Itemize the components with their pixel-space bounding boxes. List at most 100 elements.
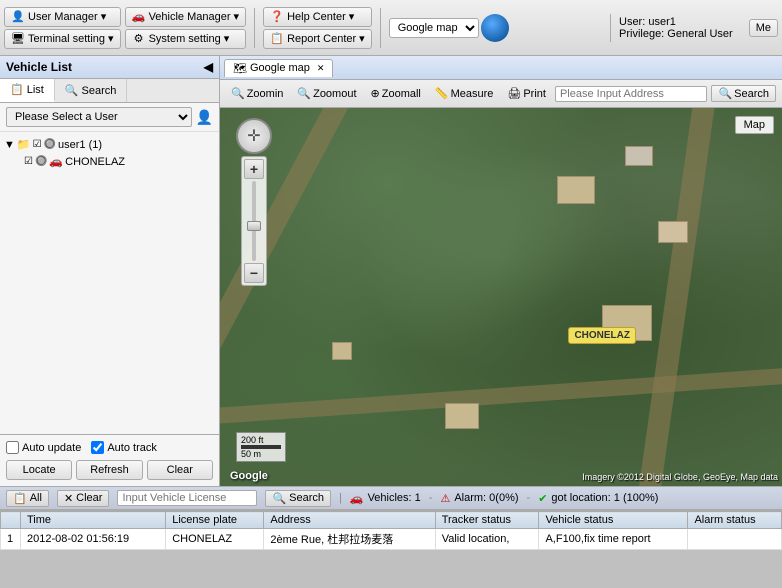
system-setting-btn[interactable]: ⚙ System setting ▾ [125, 29, 246, 49]
tab-search[interactable]: 🔍 Search [55, 79, 128, 102]
map-selector-group: Google map Bing Map OpenStreet [389, 14, 509, 42]
help-report-group: ❓ Help Center ▾ 📋 Report Center ▾ [263, 7, 372, 49]
terminal-label: Terminal setting [28, 33, 105, 45]
map-tab-close-icon[interactable]: ✕ [317, 63, 325, 74]
table-row[interactable]: 1 2012-08-02 01:56:19 CHONELAZ 2ème Rue,… [1, 529, 782, 550]
user-icon: 👤 [11, 10, 25, 24]
col-vehicle: Vehicle status [539, 512, 688, 529]
vehicle-icon: 🚗 [132, 10, 146, 24]
zoom-out-btn[interactable]: − [244, 263, 264, 283]
system-label: System setting [149, 33, 221, 45]
clear-status-btn[interactable]: ✕ Clear [57, 490, 110, 507]
clear-icon: ✕ [64, 492, 73, 505]
status-search-btn[interactable]: 🔍 Search [265, 490, 331, 507]
me-btn[interactable]: Me [749, 19, 778, 37]
help-center-btn[interactable]: ❓ Help Center ▾ [263, 7, 372, 27]
tab-list[interactable]: 📋 List [0, 79, 55, 102]
vehicles-info: 🚗 Vehicles: 1 [350, 492, 421, 505]
address-input[interactable] [555, 86, 707, 102]
row-time: 2012-08-02 01:56:19 [21, 529, 166, 550]
alarm-count: Alarm: 0(0%) [454, 492, 518, 504]
measure-btn[interactable]: 📏 Measure [430, 86, 499, 101]
license-input[interactable] [117, 490, 257, 506]
building-3 [658, 221, 688, 243]
map-search-btn[interactable]: 🔍 Search [711, 85, 776, 102]
col-alarm: Alarm status [688, 512, 782, 529]
tree-child-item[interactable]: ☑ 🔘 🚗 CHONELAZ [4, 153, 215, 170]
vehicle-manager-label: Vehicle Manager [149, 11, 231, 23]
auto-track-label[interactable]: Auto track [91, 441, 157, 454]
vehicles-count: Vehicles: 1 [368, 492, 421, 504]
col-address: Address [264, 512, 435, 529]
row-tracker: Valid location, [435, 529, 539, 550]
google-watermark: Google [230, 470, 268, 482]
map-satellite-bg: CHONELAZ ✛ + − Map [220, 108, 782, 486]
zoomout-btn[interactable]: 🔍 Zoomout [292, 86, 361, 101]
tree-root[interactable]: ▼ 📁 ☑ 🔘 user1 (1) [4, 136, 215, 153]
scale-50m: 50 m [241, 449, 281, 459]
auto-update-label[interactable]: Auto update [6, 441, 81, 454]
building-6 [332, 342, 352, 360]
toolbar-separator-2 [380, 8, 381, 48]
row-alarm [688, 529, 782, 550]
tree-radio: 🔘 [44, 139, 56, 150]
auto-update-checkbox[interactable] [6, 441, 19, 454]
chevron-down-icon: ▾ [349, 10, 355, 23]
auto-track-checkbox[interactable] [91, 441, 104, 454]
status-separator-3: - [527, 492, 531, 504]
map-container: 🗺 Google map ✕ 🔍 Zoomin 🔍 Zoomout ⊕ Zoom… [220, 56, 782, 486]
terminal-setting-btn[interactable]: 🖥 Terminal setting ▾ [4, 29, 121, 49]
zoom-thumb[interactable] [247, 221, 261, 231]
location-icon: ✔ [538, 492, 547, 505]
vehicle-manager-btn[interactable]: 🚗 Vehicle Manager ▾ [125, 7, 246, 27]
user-manager-btn[interactable]: 👤 User Manager ▾ [4, 7, 121, 27]
zoomall-label: Zoomall [382, 88, 421, 100]
system-icon: ⚙ [132, 32, 146, 46]
report-center-btn[interactable]: 📋 Report Center ▾ [263, 29, 372, 49]
all-icon: 📋 [13, 492, 27, 505]
tree-checkbox: ☑ [33, 139, 42, 150]
zoom-slider: + − [241, 156, 267, 286]
alarm-icon: ⚠ [440, 492, 450, 505]
locate-button[interactable]: Locate [6, 460, 72, 480]
map-view[interactable]: CHONELAZ ✛ + − Map [220, 108, 782, 486]
refresh-button[interactable]: Refresh [76, 460, 142, 480]
user-dropdown[interactable]: Please Select a User [6, 107, 192, 127]
clear-button[interactable]: Clear [147, 460, 213, 480]
status-separator-2: - [429, 492, 433, 504]
chevron-down-icon: ▾ [101, 10, 107, 23]
all-btn[interactable]: 📋 All [6, 490, 49, 507]
zoomall-btn[interactable]: ⊕ Zoomall [366, 86, 426, 101]
copyright-text: Imagery ©2012 Digital Globe, GeoEye, Map… [582, 472, 778, 482]
alarm-info: ⚠ Alarm: 0(0%) [440, 492, 518, 505]
auto-update-text: Auto update [22, 442, 81, 454]
print-btn[interactable]: 🖨 Print [502, 86, 551, 101]
table-header-row: Time License plate Address Tracker statu… [1, 512, 782, 529]
print-label: Print [523, 88, 546, 100]
map-search-label: Search [734, 88, 769, 100]
tree-root-icon: 📁 [17, 138, 31, 151]
sidebar-tabs: 📋 List 🔍 Search [0, 79, 219, 103]
map-type-select[interactable]: Google map Bing Map OpenStreet [389, 18, 479, 38]
compass-control[interactable]: ✛ [236, 118, 272, 154]
vehicle-table: Time License plate Address Tracker statu… [0, 511, 782, 550]
vehicle-tree: ▼ 📁 ☑ 🔘 user1 (1) ☑ 🔘 🚗 CHONELAZ [0, 132, 219, 434]
tree-root-label: user1 (1) [58, 139, 102, 151]
chevron-down-icon: ▾ [234, 10, 240, 23]
main-area: Vehicle List ◀ 📋 List 🔍 Search Please Se… [0, 56, 782, 486]
user-info-panel: User: user1 Privilege: General User [610, 14, 741, 42]
map-tab-googlemaps[interactable]: 🗺 Google map ✕ [224, 59, 333, 77]
map-type-button[interactable]: Map [735, 116, 774, 134]
user-select-icon: 👤 [196, 109, 213, 126]
sidebar-collapse-icon[interactable]: ◀ [204, 60, 213, 74]
bottom-status-bar: 📋 All ✕ Clear 🔍 Search | 🚗 Vehicles: 1 -… [0, 486, 782, 510]
location-count: got location: 1 (100%) [551, 492, 658, 504]
user-manager-label: User Manager [28, 11, 98, 23]
zoomin-label: Zoomin [247, 88, 284, 100]
zoomin-btn[interactable]: 🔍 Zoomin [226, 86, 288, 101]
map-controls: ✛ + − [236, 118, 272, 286]
report-icon: 📋 [270, 32, 284, 46]
chevron-down-icon: ▾ [359, 32, 365, 45]
row-vehicle-status: A,F100,fix time report [539, 529, 688, 550]
zoom-in-btn[interactable]: + [244, 159, 264, 179]
